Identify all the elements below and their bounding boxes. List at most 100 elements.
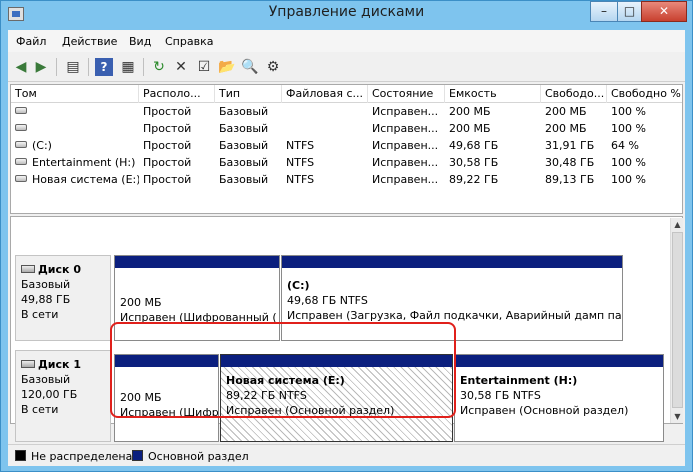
legend-bar: Не распределена Основной раздел [8, 444, 685, 466]
partition-title: Entertainment (H:) [460, 374, 578, 387]
disk-0-label[interactable]: Диск 0 Базовый 49,88 ГБ В сети [15, 255, 111, 341]
volume-type: Базовый [219, 139, 269, 152]
toolbar-separator [56, 58, 57, 76]
highlight-annotation-outline [110, 322, 456, 418]
primary-partition-bar [115, 256, 279, 268]
disk-type: Базовый [21, 278, 71, 291]
volume-filesystem: NTFS [286, 139, 315, 152]
menu-view[interactable]: Вид [129, 35, 151, 48]
volume-free: 31,91 ГБ [545, 139, 595, 152]
back-icon[interactable]: ◀ [12, 58, 30, 76]
table-row[interactable]: Entertainment (H:) Простой Базовый NTFS … [11, 155, 682, 172]
menu-bar: Файл Действие Вид Справка [8, 30, 685, 52]
volume-free: 89,13 ГБ [545, 173, 595, 186]
open-icon[interactable]: 📂 [218, 58, 236, 76]
disk-icon [21, 265, 35, 273]
scroll-up-icon[interactable]: ▲ [671, 218, 684, 231]
vertical-scrollbar[interactable]: ▲ ▼ [670, 218, 683, 423]
volume-type: Базовый [219, 173, 269, 186]
refresh-icon[interactable]: ↻ [150, 58, 168, 76]
help-icon[interactable]: ? [95, 58, 113, 76]
disk-size: 49,88 ГБ [21, 293, 71, 306]
volume-free-percent: 100 % [611, 173, 646, 186]
legend-unallocated-label: Не распределена [31, 450, 133, 463]
column-header-layout[interactable]: Располо... [139, 85, 215, 103]
primary-partition-bar [282, 256, 622, 268]
volume-type: Базовый [219, 122, 269, 135]
volume-name: Entertainment (H:) [32, 156, 136, 169]
table-row[interactable]: Простой Базовый Исправен... 200 МБ 200 М… [11, 104, 682, 121]
volume-list-header: Том Располо... Тип Файловая с... Состоян… [11, 85, 682, 103]
drive-icon [15, 124, 27, 131]
volume-capacity: 89,22 ГБ [449, 173, 499, 186]
disk-type: Базовый [21, 373, 71, 386]
column-header-volume[interactable]: Том [11, 85, 139, 103]
drive-icon [15, 158, 27, 165]
disk-1-label[interactable]: Диск 1 Базовый 120,00 ГБ В сети [15, 350, 111, 442]
partition-size: 49,68 ГБ NTFS [287, 294, 368, 307]
column-header-filesystem[interactable]: Файловая с... [282, 85, 368, 103]
disk-name: Диск 1 [38, 358, 81, 371]
table-row[interactable]: Простой Базовый Исправен... 200 МБ 200 М… [11, 121, 682, 138]
volume-filesystem: NTFS [286, 173, 315, 186]
volume-name: (C:) [32, 139, 52, 152]
legend-primary-label: Основной раздел [148, 450, 249, 463]
table-row[interactable]: (C:) Простой Базовый NTFS Исправен... 49… [11, 138, 682, 155]
volume-free: 200 МБ [545, 105, 587, 118]
volume-filesystem: NTFS [286, 156, 315, 169]
delete-icon[interactable]: ✕ [172, 58, 190, 76]
partition-size: 30,58 ГБ NTFS [460, 389, 541, 402]
scrollbar-thumb[interactable] [672, 232, 683, 408]
primary-swatch [132, 450, 143, 461]
drive-icon [15, 107, 27, 114]
volume-capacity: 200 МБ [449, 105, 491, 118]
volume-layout: Простой [143, 139, 192, 152]
column-header-status[interactable]: Состояние [368, 85, 445, 103]
check-icon[interactable]: ☑ [195, 58, 213, 76]
drive-icon [15, 175, 27, 182]
volume-free-percent: 100 % [611, 122, 646, 135]
volume-type: Базовый [219, 105, 269, 118]
volume-free: 30,48 ГБ [545, 156, 595, 169]
minimize-button[interactable]: – [590, 1, 618, 22]
table-row[interactable]: Новая система (E:) Простой Базовый NTFS … [11, 172, 682, 189]
toolbar: ◀ ▶ ▤ ? ▦ ↻ ✕ ☑ 📂 🔍 ⚙ [8, 52, 685, 82]
volume-status: Исправен... [372, 139, 439, 152]
volume-free: 200 МБ [545, 122, 587, 135]
disk-icon [21, 360, 35, 368]
partition-status: Исправен (Загрузка, Файл подкачки, Авари… [287, 309, 622, 322]
volume-status: Исправен... [372, 173, 439, 186]
view-icon[interactable]: ▦ [119, 58, 137, 76]
disk-status: В сети [21, 308, 59, 321]
partition-status: Исправен (Основной раздел) [460, 404, 629, 417]
volume-name: Новая система (E:) [32, 173, 139, 186]
disk-size: 120,00 ГБ [21, 388, 78, 401]
volume-status: Исправен... [372, 105, 439, 118]
partition-disk1-h[interactable]: Entertainment (H:) 30,58 ГБ NTFS Исправе… [454, 354, 664, 442]
properties-icon[interactable]: ▤ [64, 58, 82, 76]
column-header-capacity[interactable]: Емкость [445, 85, 541, 103]
volume-capacity: 30,58 ГБ [449, 156, 499, 169]
volume-status: Исправен... [372, 122, 439, 135]
volume-free-percent: 100 % [611, 156, 646, 169]
close-button[interactable]: ✕ [641, 1, 687, 22]
forward-icon[interactable]: ▶ [32, 58, 50, 76]
column-header-free-percent[interactable]: Свободно % [607, 85, 682, 103]
settings-icon[interactable]: ⚙ [264, 58, 282, 76]
maximize-button[interactable]: □ [617, 1, 642, 22]
column-header-free[interactable]: Свободо... [541, 85, 607, 103]
menu-help[interactable]: Справка [165, 35, 213, 48]
disk-name: Диск 0 [38, 263, 81, 276]
menu-file[interactable]: Файл [16, 35, 46, 48]
volume-layout: Простой [143, 156, 192, 169]
toolbar-separator [88, 58, 89, 76]
toolbar-separator [143, 58, 144, 76]
volume-layout: Простой [143, 105, 192, 118]
volume-filesystem [282, 105, 368, 121]
column-header-type[interactable]: Тип [215, 85, 282, 103]
volume-layout: Простой [143, 122, 192, 135]
scroll-down-icon[interactable]: ▼ [671, 410, 684, 423]
menu-action[interactable]: Действие [62, 35, 117, 48]
primary-partition-bar [455, 355, 663, 367]
find-icon[interactable]: 🔍 [241, 58, 259, 76]
